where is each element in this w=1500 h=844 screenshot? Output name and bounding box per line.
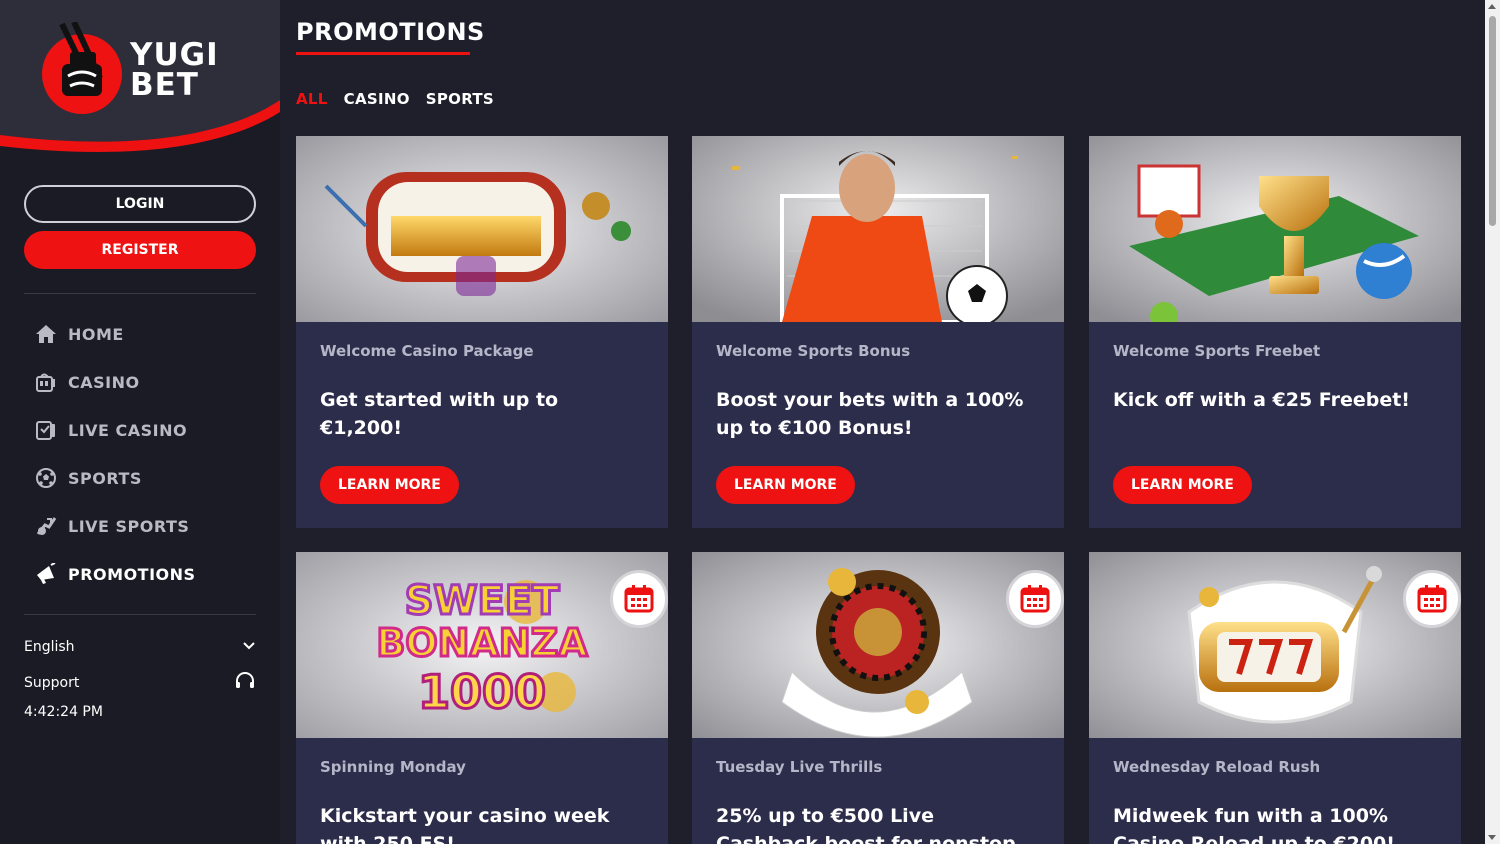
brand-line-1: YUGI	[130, 37, 219, 73]
nav-item-sports[interactable]: SPORTS	[0, 454, 280, 502]
chevron-down-icon	[242, 639, 256, 655]
nav-label-promotions: PROMOTIONS	[68, 564, 196, 584]
promo-headline: Kickstart your casino week with 250 FS!	[320, 805, 610, 844]
learn-more-button[interactable]: LEARN MORE	[716, 466, 855, 504]
promo-headline: Boost your bets with a 100% up to €100 B…	[716, 389, 1024, 439]
main-content: PROMOTIONS ALL CASINO SPORTS Welcome Cas…	[280, 0, 1485, 844]
live-sports-icon	[34, 515, 58, 537]
nav-item-promotions[interactable]: PROMOTIONS	[0, 550, 280, 598]
promo-card[interactable]: Welcome Sports Bonus Boost your bets wit…	[692, 136, 1064, 528]
support-label: Support	[24, 675, 80, 691]
bonanza-text: BONANZA	[376, 621, 588, 665]
register-button[interactable]: REGISTER	[24, 231, 256, 269]
sweet-text: SWEET	[405, 578, 561, 624]
title-underline	[296, 52, 470, 55]
calendar-icon	[610, 570, 668, 628]
bonanza-1000-text: 1000	[418, 665, 546, 719]
tab-sports[interactable]: SPORTS	[426, 90, 494, 108]
promo-headline: Midweek fun with a 100% Casino Reload up…	[1113, 805, 1395, 844]
promo-headline: Get started with up to €1,200!	[320, 389, 559, 439]
trophy-sports-image	[1089, 136, 1461, 322]
soccer-ball-icon	[34, 467, 58, 489]
sidebar: YUGI BET LOGIN REGISTER HOME CASINO LIVE…	[0, 0, 280, 844]
nav-label-sports: SPORTS	[68, 468, 142, 488]
sidebar-divider	[24, 293, 256, 294]
promo-subtitle: Welcome Casino Package	[320, 342, 534, 360]
nav-label-home: HOME	[68, 324, 124, 344]
promo-card[interactable]: SWEET BONANZA 1000 Spinning Monday Kicks…	[296, 552, 668, 844]
promo-subtitle: Welcome Sports Freebet	[1113, 342, 1321, 360]
promo-subtitle: Spinning Monday	[320, 758, 466, 776]
support-link[interactable]: Support	[24, 670, 256, 696]
promo-subtitle: Welcome Sports Bonus	[716, 342, 911, 360]
promo-filter-tabs: ALL CASINO SPORTS	[296, 90, 494, 108]
nav-item-live-sports[interactable]: LIVE SPORTS	[0, 502, 280, 550]
megaphone-icon	[34, 563, 58, 585]
tab-all[interactable]: ALL	[296, 90, 328, 108]
sweet-bonanza-image: SWEET BONANZA 1000	[296, 552, 668, 738]
roulette-image	[692, 552, 1064, 738]
home-icon	[34, 323, 58, 345]
logo-area[interactable]: YUGI BET	[0, 0, 280, 160]
promo-subtitle: Tuesday Live Thrills	[716, 758, 883, 776]
brand-wordmark: YUGI BET	[130, 37, 219, 103]
nav-label-live-sports: LIVE SPORTS	[68, 516, 190, 536]
calendar-icon	[1006, 570, 1064, 628]
page-scrollbar[interactable]	[1485, 0, 1500, 844]
big-win-slot-image	[296, 136, 668, 322]
promo-card[interactable]: Tuesday Live Thrills 25% up to €500 Live…	[692, 552, 1064, 844]
live-casino-icon	[34, 419, 58, 441]
learn-more-button[interactable]: LEARN MORE	[320, 466, 459, 504]
nav-item-live-casino[interactable]: LIVE CASINO	[0, 406, 280, 454]
scroll-thumb[interactable]	[1489, 16, 1496, 226]
scroll-up-arrow-icon[interactable]	[1488, 4, 1496, 9]
nav-item-home[interactable]: HOME	[0, 310, 280, 358]
headset-icon	[234, 670, 256, 696]
language-label: English	[24, 639, 75, 655]
tab-casino[interactable]: CASINO	[344, 90, 410, 108]
calendar-icon	[1403, 570, 1461, 628]
yugibet-logo-icon	[42, 22, 122, 114]
soccer-fan-image	[692, 136, 1064, 322]
casino-icon	[34, 371, 58, 393]
brand-line-2: BET	[130, 67, 199, 103]
clock-row: 4:42:24 PM	[24, 704, 256, 720]
nav-label-casino: CASINO	[68, 372, 140, 392]
promo-card[interactable]: Welcome Casino Package Get started with …	[296, 136, 668, 528]
login-button[interactable]: LOGIN	[24, 185, 256, 223]
nav-item-casino[interactable]: CASINO	[0, 358, 280, 406]
scroll-down-arrow-icon[interactable]	[1488, 835, 1496, 840]
current-time: 4:42:24 PM	[24, 704, 103, 720]
promo-subtitle: Wednesday Reload Rush	[1113, 758, 1321, 776]
learn-more-button[interactable]: LEARN MORE	[1113, 466, 1252, 504]
777-slot-image	[1089, 552, 1461, 738]
promo-headline: 25% up to €500 Live Cashback boost for n…	[716, 805, 1016, 844]
language-selector[interactable]: English	[24, 639, 256, 655]
sidebar-nav: HOME CASINO LIVE CASINO SPORTS LIVE SPOR…	[0, 310, 280, 598]
nav-label-live-casino: LIVE CASINO	[68, 420, 188, 440]
promo-headline: Kick off with a €25 Freebet!	[1113, 389, 1410, 411]
page-title: PROMOTIONS	[296, 18, 485, 46]
sidebar-divider-bottom	[24, 614, 256, 615]
promo-card[interactable]: Wednesday Reload Rush Midweek fun with a…	[1089, 552, 1461, 844]
promo-card[interactable]: Welcome Sports Freebet Kick off with a €…	[1089, 136, 1461, 528]
